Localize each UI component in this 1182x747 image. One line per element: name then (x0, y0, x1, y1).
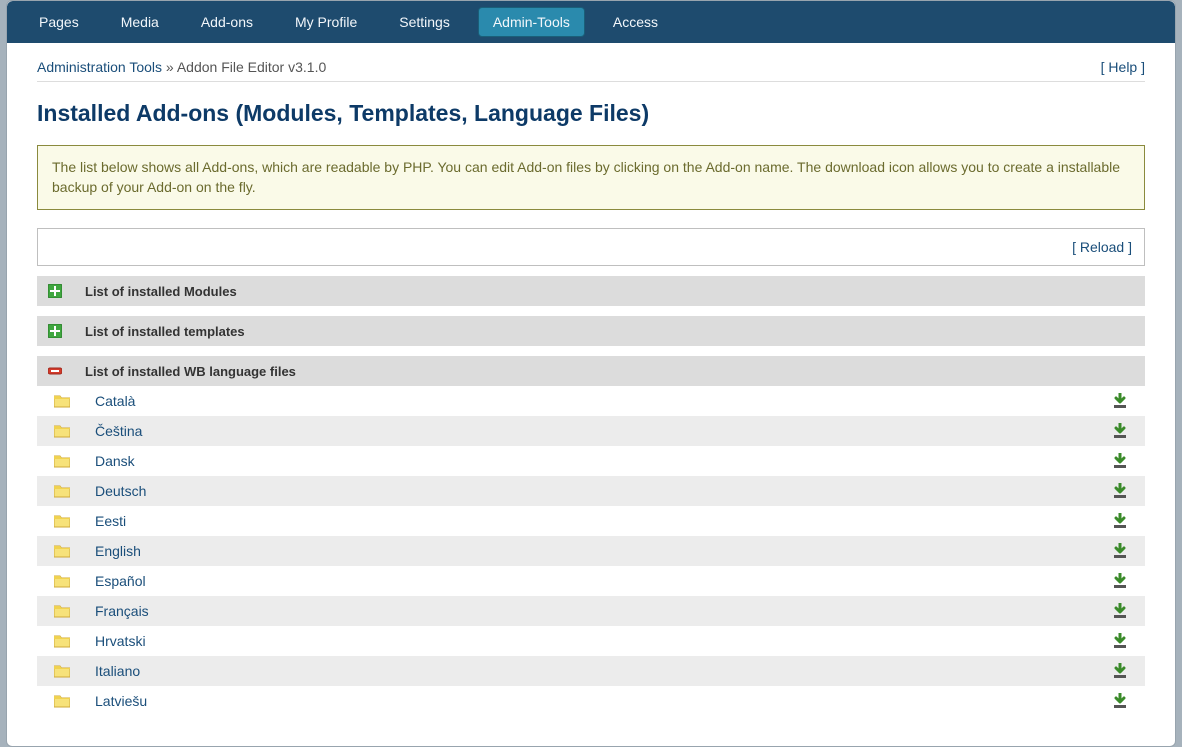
nav-pages[interactable]: Pages (25, 8, 93, 36)
help-link[interactable]: [ Help ] (1101, 59, 1145, 75)
download-icon[interactable] (1105, 446, 1145, 476)
languages-table: Català Čeština Dansk Deutsch Eesti English Esp… (37, 386, 1145, 716)
folder-icon (37, 446, 87, 476)
section-header-languages[interactable]: List of installed WB language files (37, 356, 1145, 386)
folder-icon (37, 416, 87, 446)
download-icon[interactable] (1105, 416, 1145, 446)
breadcrumb-root[interactable]: Administration Tools (37, 59, 162, 75)
folder-icon (37, 596, 87, 626)
language-link[interactable]: English (95, 543, 141, 559)
list-item: English (37, 536, 1145, 566)
language-link[interactable]: Français (95, 603, 149, 619)
list-item: Čeština (37, 416, 1145, 446)
download-icon[interactable] (1105, 476, 1145, 506)
nav-media[interactable]: Media (107, 8, 173, 36)
list-item: Français (37, 596, 1145, 626)
language-link[interactable]: Dansk (95, 453, 135, 469)
download-icon[interactable] (1105, 626, 1145, 656)
section-header-modules[interactable]: List of installed Modules (37, 276, 1145, 306)
folder-icon (37, 626, 87, 656)
nav-addons[interactable]: Add-ons (187, 8, 267, 36)
section-title-templates: List of installed templates (85, 324, 245, 339)
section-title-modules: List of installed Modules (85, 284, 237, 299)
download-icon[interactable] (1105, 686, 1145, 716)
language-link[interactable]: Eesti (95, 513, 126, 529)
download-icon[interactable] (1105, 566, 1145, 596)
page-title: Installed Add-ons (Modules, Templates, L… (37, 100, 1145, 127)
folder-icon (37, 566, 87, 596)
breadcrumb: Administration Tools » Addon File Editor… (37, 59, 326, 75)
nav-access[interactable]: Access (599, 8, 672, 36)
expand-icon (45, 284, 65, 298)
download-icon[interactable] (1105, 656, 1145, 686)
section-title-languages: List of installed WB language files (85, 364, 296, 379)
collapse-icon (45, 365, 65, 377)
nav-myprofile[interactable]: My Profile (281, 8, 371, 36)
reload-link[interactable]: [ Reload ] (1072, 239, 1132, 255)
top-nav: Pages Media Add-ons My Profile Settings … (7, 1, 1175, 43)
folder-icon (37, 656, 87, 686)
download-icon[interactable] (1105, 506, 1145, 536)
nav-admin-tools[interactable]: Admin-Tools (478, 7, 585, 37)
language-link[interactable]: Deutsch (95, 483, 146, 499)
folder-icon (37, 506, 87, 536)
nav-settings[interactable]: Settings (385, 8, 464, 36)
list-item: Deutsch (37, 476, 1145, 506)
language-link[interactable]: Italiano (95, 663, 140, 679)
breadcrumb-sep: » (162, 59, 177, 75)
info-box: The list below shows all Add-ons, which … (37, 145, 1145, 210)
list-item: Latviešu (37, 686, 1145, 716)
list-item: Hrvatski (37, 626, 1145, 656)
download-icon[interactable] (1105, 596, 1145, 626)
language-link[interactable]: Español (95, 573, 146, 589)
section-header-templates[interactable]: List of installed templates (37, 316, 1145, 346)
download-icon[interactable] (1105, 386, 1145, 416)
folder-icon (37, 686, 87, 716)
language-link[interactable]: Català (95, 393, 135, 409)
folder-icon (37, 536, 87, 566)
folder-icon (37, 386, 87, 416)
expand-icon (45, 324, 65, 338)
list-item: Español (37, 566, 1145, 596)
folder-icon (37, 476, 87, 506)
language-link[interactable]: Hrvatski (95, 633, 146, 649)
breadcrumb-current: Addon File Editor v3.1.0 (177, 59, 326, 75)
download-icon[interactable] (1105, 536, 1145, 566)
language-link[interactable]: Latviešu (95, 693, 147, 709)
language-link[interactable]: Čeština (95, 423, 142, 439)
list-item: Dansk (37, 446, 1145, 476)
reload-bar: [ Reload ] (37, 228, 1145, 266)
list-item: Eesti (37, 506, 1145, 536)
list-item: Català (37, 386, 1145, 416)
list-item: Italiano (37, 656, 1145, 686)
